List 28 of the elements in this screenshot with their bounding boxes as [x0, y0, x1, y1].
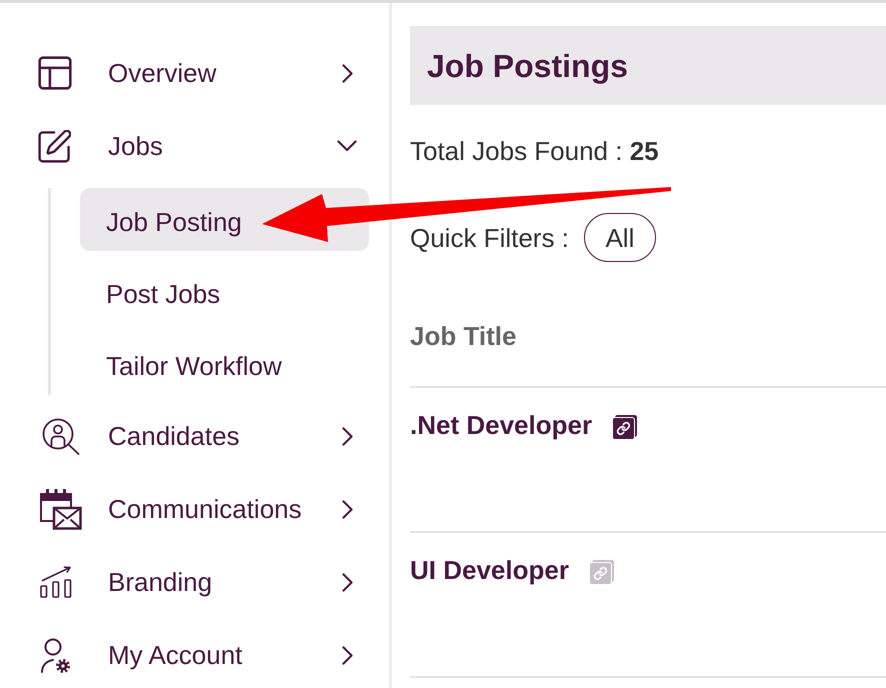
- filter-chip[interactable]: All: [584, 213, 656, 262]
- chevron-right-icon: [342, 500, 352, 518]
- nav-item[interactable]: Candidates: [0, 404, 389, 468]
- page-title: Job Postings: [427, 46, 628, 84]
- chevron-right-icon: [342, 572, 352, 592]
- nav-item[interactable]: Branding: [0, 550, 389, 614]
- chevron-right-icon: [342, 646, 352, 664]
- nav-item[interactable]: Overview: [0, 41, 389, 105]
- quick-filters-label: Quick Filters :: [410, 222, 569, 252]
- job-title-link[interactable]: .Net Developer: [410, 410, 592, 440]
- bar-chart-icon: [40, 566, 72, 598]
- layout-icon: [38, 56, 72, 90]
- chevron-down-icon: [337, 140, 357, 152]
- edit-icon: [38, 130, 71, 162]
- calendar-mail-icon: [40, 488, 82, 530]
- link-icon[interactable]: [612, 415, 638, 440]
- nav-item[interactable]: Communications: [0, 477, 389, 541]
- nav-subitem[interactable]: Post Jobs: [80, 260, 369, 323]
- nav-item[interactable]: Jobs: [0, 114, 389, 178]
- nav-subitem[interactable]: Tailor Workflow: [80, 332, 369, 395]
- job-title-link[interactable]: UI Developer: [410, 555, 569, 585]
- nav-item[interactable]: My Account: [0, 623, 389, 687]
- chevron-right-icon: [342, 64, 352, 82]
- column-header: Job Title: [410, 262, 886, 388]
- chevron-right-icon: [342, 426, 352, 446]
- user-settings-icon: [40, 638, 70, 672]
- total-jobs-text: Total Jobs Found : 25: [410, 136, 659, 166]
- user-search-icon: [42, 418, 80, 454]
